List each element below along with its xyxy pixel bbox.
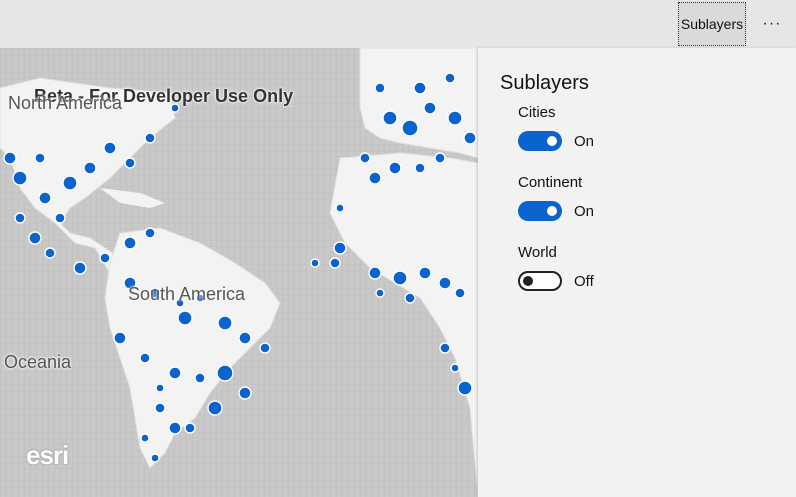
- label-south-america: South America: [128, 284, 246, 304]
- label-oceania: Oceania: [4, 352, 72, 372]
- esri-logo: esri: [26, 440, 69, 470]
- toggle-state-label: On: [574, 132, 595, 150]
- sublayers-button[interactable]: Sublayers: [678, 2, 746, 46]
- toggle-knob: [547, 206, 557, 216]
- sublayers-panel: Sublayers Cities On Continent On World O…: [478, 48, 796, 497]
- label-north-america: North America: [8, 93, 123, 113]
- map-view[interactable]: Beta - For Developer Use Only North Amer…: [0, 48, 478, 497]
- sublayer-name: World: [518, 244, 557, 261]
- toggle-knob: [547, 136, 557, 146]
- sublayer-continent: Continent On: [518, 174, 594, 221]
- basemap: [0, 48, 478, 497]
- cities-toggle[interactable]: [518, 131, 562, 151]
- sublayer-name: Continent: [518, 174, 583, 191]
- toggle-state-label: Off: [574, 272, 594, 290]
- sublayer-cities: Cities On: [518, 104, 594, 151]
- command-bar: Sublayers ···: [0, 0, 796, 48]
- toggle-state-label: On: [574, 202, 595, 220]
- continent-toggle[interactable]: [518, 201, 562, 221]
- toggle-knob: [523, 276, 533, 286]
- more-options-button[interactable]: ···: [754, 2, 790, 46]
- world-toggle[interactable]: [518, 271, 562, 291]
- sublayer-world: World Off: [518, 244, 594, 291]
- sublayer-name: Cities: [518, 104, 556, 121]
- panel-title: Sublayers: [500, 72, 589, 94]
